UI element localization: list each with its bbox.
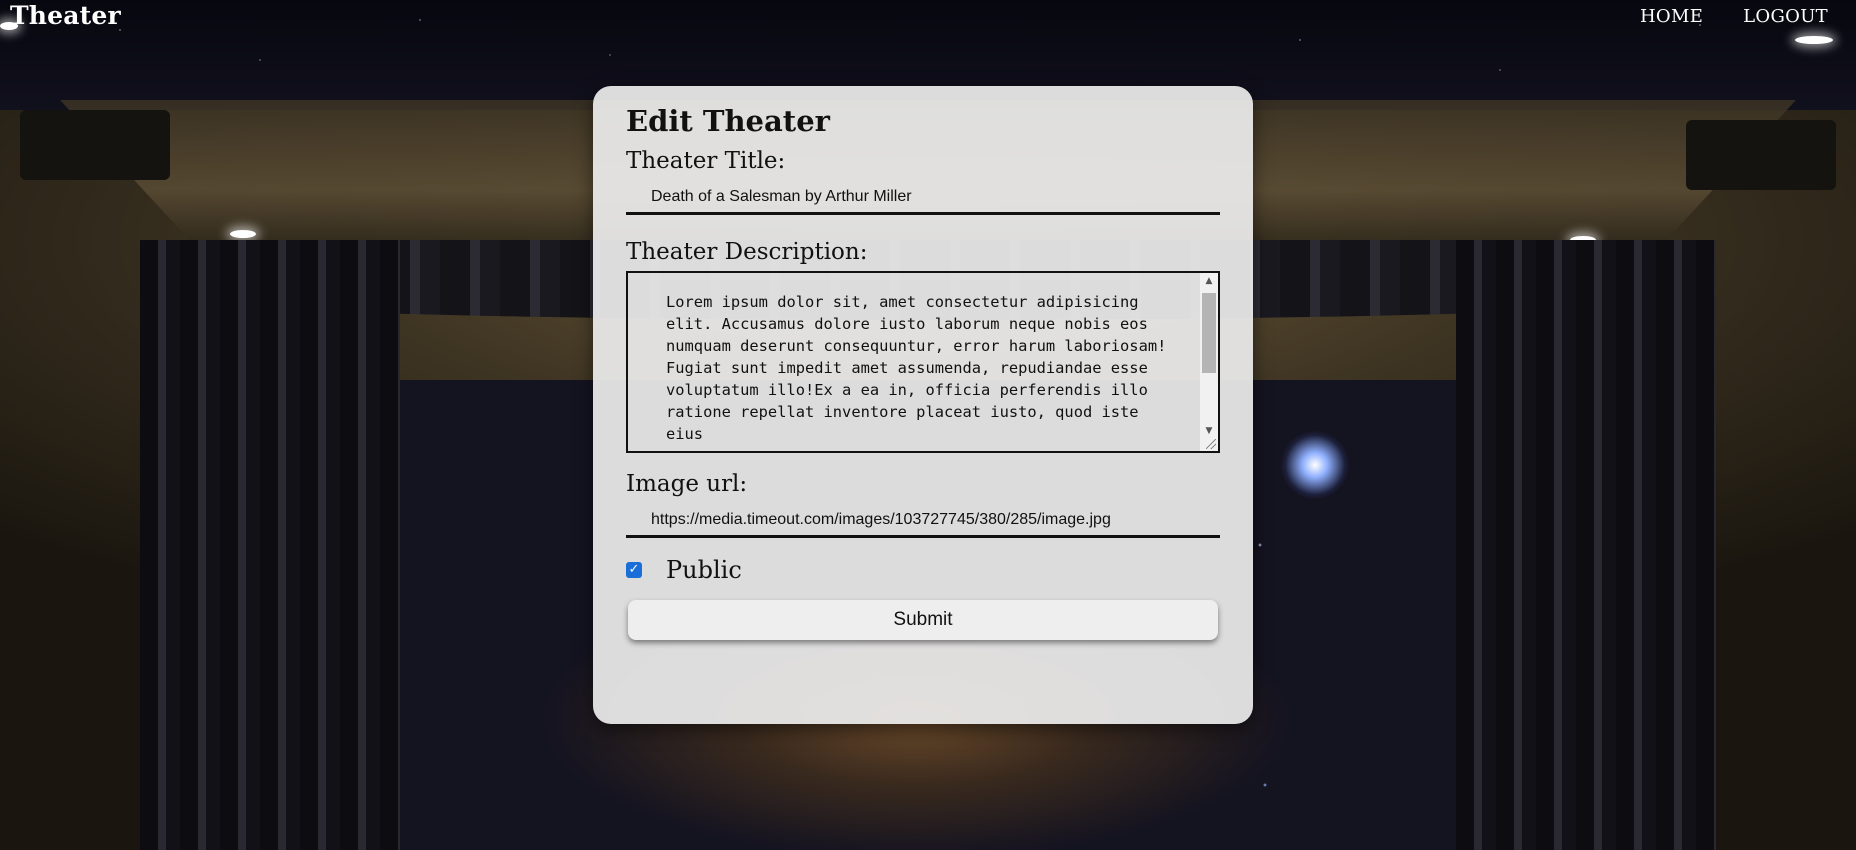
public-checkbox[interactable]: ✓ [626,562,642,578]
curtain-right [1456,240,1716,850]
textarea-scrollbar[interactable]: ▲ ▼ [1200,273,1218,451]
description-text[interactable]: Lorem ipsum dolor sit, amet consectetur … [628,273,1200,451]
ceiling-light [230,230,256,238]
scroll-up-icon[interactable]: ▲ [1200,273,1218,289]
nav-home-link[interactable]: HOME [1640,6,1703,27]
top-nav: HOME LOGOUT [1640,0,1828,32]
ceiling-light [1795,36,1833,44]
scroll-thumb[interactable] [1202,293,1216,373]
scroll-down-icon[interactable]: ▼ [1200,423,1218,439]
nav-logout-link[interactable]: LOGOUT [1743,6,1828,27]
public-row: ✓ Public [626,556,1220,584]
description-label: Theater Description: [626,239,868,265]
speaker [20,110,170,180]
speaker [1686,120,1836,190]
curtain-left [140,240,400,850]
image-url-input[interactable] [626,503,1220,538]
image-url-label: Image url: [626,471,748,497]
submit-button[interactable]: Submit [628,600,1218,640]
brand-title[interactable]: Theater [10,0,121,32]
resize-handle-icon[interactable] [1206,439,1216,449]
description-textarea[interactable]: Lorem ipsum dolor sit, amet consectetur … [626,271,1220,453]
title-label: Theater Title: [626,148,786,174]
star-glow [1280,430,1350,500]
public-label: Public [666,556,742,584]
edit-theater-card: Edit Theater Theater Title: Theater Desc… [593,86,1253,724]
title-input[interactable] [626,180,1220,215]
page-title: Edit Theater [626,104,830,138]
